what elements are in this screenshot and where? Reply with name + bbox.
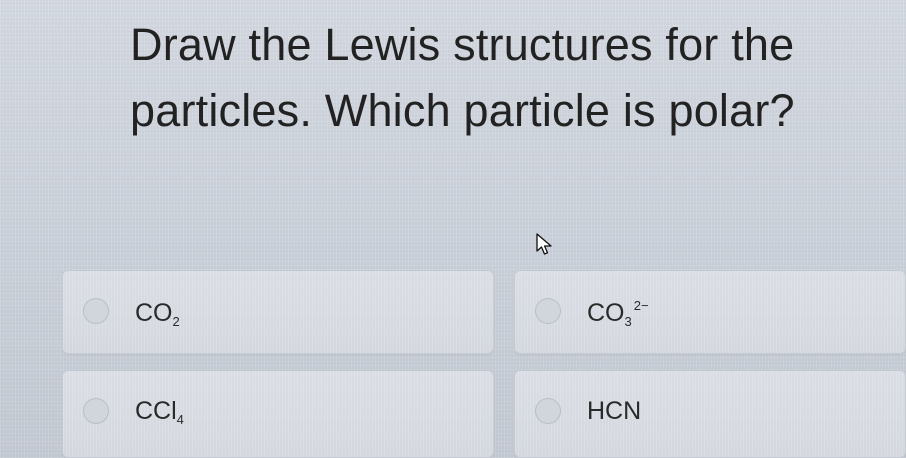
question-prompt: Draw the Lewis structures for the partic… (130, 12, 900, 144)
answer-option-co3-2minus[interactable]: CO32− (514, 270, 906, 354)
formula-subscript: 4 (176, 412, 184, 427)
question-line-2: particles. Which particle is polar? (130, 85, 795, 136)
formula-subscript: 2 (172, 314, 180, 329)
answer-option-label: HCN (587, 397, 642, 425)
radio-button-icon[interactable] (535, 298, 561, 324)
answer-option-ccl4[interactable]: CCl4 (62, 370, 494, 458)
formula-superscript: 2− (633, 298, 649, 313)
answer-option-label: CO32− (587, 298, 649, 329)
formula-subscript: 3 (624, 314, 632, 329)
mouse-pointer-icon (536, 233, 552, 255)
answer-option-co2[interactable]: CO2 (62, 270, 494, 354)
question-line-1: Draw the Lewis structures for the (130, 19, 795, 70)
radio-button-icon[interactable] (83, 398, 109, 424)
answer-option-label: CO2 (135, 299, 180, 329)
radio-button-icon[interactable] (83, 298, 109, 324)
answer-option-hcn[interactable]: HCN (514, 370, 906, 458)
radio-button-icon[interactable] (535, 398, 561, 424)
answer-option-label: CCl4 (135, 397, 184, 427)
